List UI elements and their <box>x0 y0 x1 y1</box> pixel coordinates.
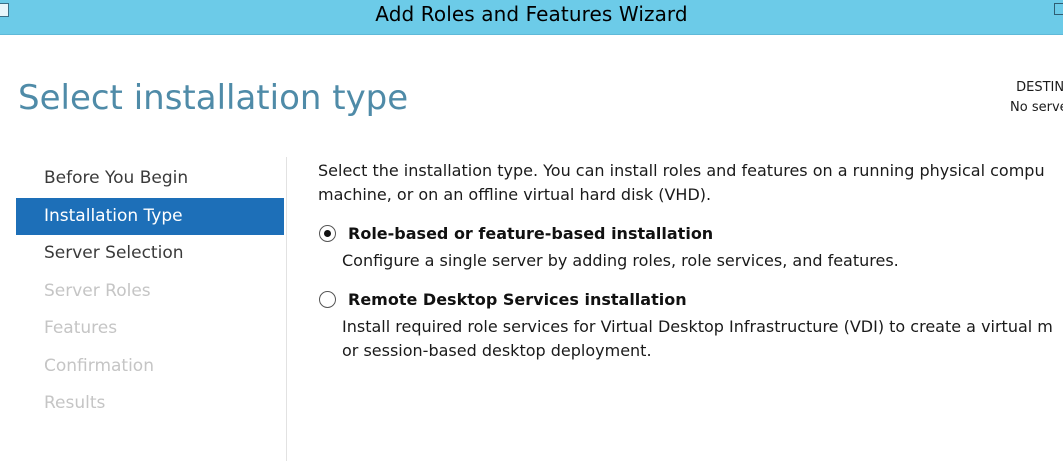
option-title[interactable]: Role-based or feature-based installation <box>348 221 1063 247</box>
remote-desktop-radio[interactable] <box>319 291 336 308</box>
sidebar-item-features: Features <box>44 318 118 338</box>
intro-line-2: machine, or on an offline virtual hard d… <box>318 185 712 204</box>
wizard-window: Add Roles and Features Wizard Select ins… <box>0 0 1063 461</box>
title-bar[interactable]: Add Roles and Features Wizard <box>0 0 1063 35</box>
role-based-radio[interactable] <box>319 225 336 242</box>
option-remote-desktop[interactable]: Remote Desktop Services installation Ins… <box>318 287 1063 363</box>
option-description: Configure a single server by adding role… <box>342 251 899 270</box>
window-title: Add Roles and Features Wizard <box>375 2 688 26</box>
option-description: Install required role services for Virtu… <box>342 315 1063 363</box>
intro-line-1: Select the installation type. You can in… <box>318 161 1045 180</box>
option-role-based[interactable]: Role-based or feature-based installation… <box>318 221 1063 273</box>
destination-label: DESTINA <box>1016 80 1063 95</box>
destination-server-info: DESTINA No server <box>1010 78 1063 118</box>
destination-value: No server <box>1010 100 1063 115</box>
restore-icon[interactable] <box>1054 3 1063 15</box>
option-title[interactable]: Remote Desktop Services installation <box>348 287 1063 313</box>
page-title: Select installation type <box>18 78 409 118</box>
main-content: Select the installation type. You can in… <box>318 159 1063 363</box>
sidebar-item-before-you-begin[interactable]: Before You Begin <box>16 160 284 198</box>
sidebar-item-results: Results <box>44 393 106 413</box>
sidebar-item-server-roles: Server Roles <box>44 280 151 301</box>
option-description-line-1: Install required role services for Virtu… <box>342 317 1053 336</box>
sidebar-divider <box>286 157 287 461</box>
option-description-line-2: or session-based desktop deployment. <box>342 341 652 360</box>
sidebar-item-server-selection[interactable]: Server Selection <box>16 235 284 273</box>
sidebar-item-confirmation: Confirmation <box>44 355 154 376</box>
wizard-steps-sidebar: Before You Begin Installation Type Serve… <box>16 160 284 423</box>
intro-text: Select the installation type. You can in… <box>318 159 1063 207</box>
sidebar-item-installation-type[interactable]: Installation Type <box>16 197 284 235</box>
